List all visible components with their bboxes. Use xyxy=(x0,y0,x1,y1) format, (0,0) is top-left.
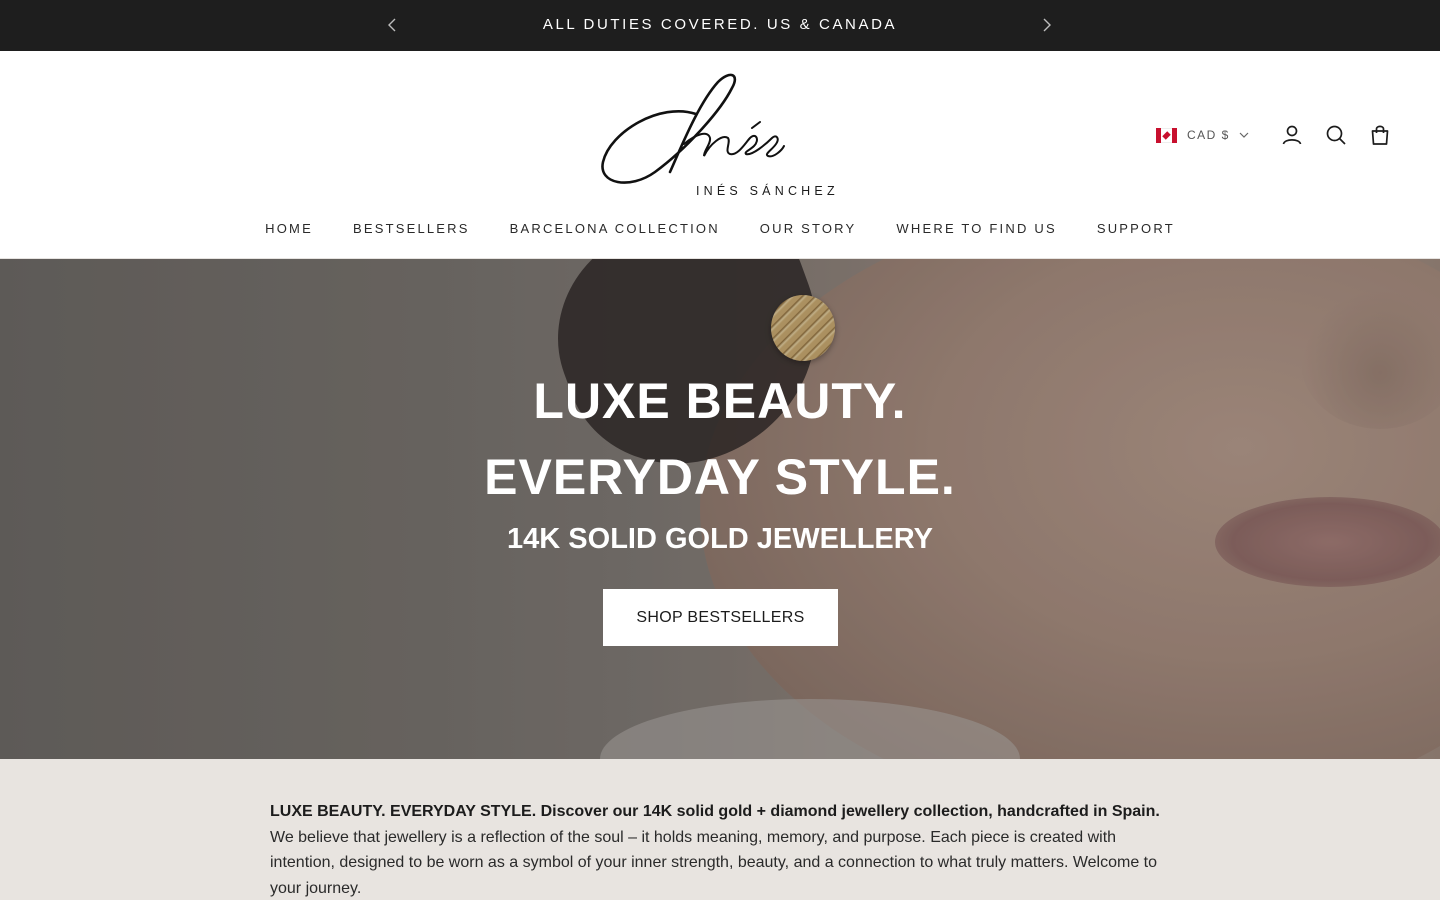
intro-body-text: We believe that jewellery is a reflectio… xyxy=(270,828,1158,897)
hero-subtitle: 14K SOLID GOLD JEWELLERY xyxy=(507,523,933,555)
chevron-down-icon xyxy=(1239,132,1249,138)
currency-label: CAD $ xyxy=(1187,128,1230,142)
nav-item-support[interactable]: SUPPORT xyxy=(1097,221,1175,236)
main-nav: HOME BESTSELLERS BARCELONA COLLECTION OU… xyxy=(0,221,1440,236)
canada-flag-icon xyxy=(1156,127,1177,143)
announcement-bar: ALL DUTIES COVERED. US & CANADA xyxy=(0,0,1440,51)
header-actions: CAD $ xyxy=(1156,121,1392,149)
announcement-text: ALL DUTIES COVERED. US & CANADA xyxy=(542,16,898,33)
intro-paragraph: LUXE BEAUTY. EVERYDAY STYLE. Discover ou… xyxy=(270,799,1175,900)
brand-name: INÉS SÁNCHEZ xyxy=(696,184,839,198)
intro-bold-text: LUXE BEAUTY. EVERYDAY STYLE. Discover ou… xyxy=(270,803,1160,820)
account-icon[interactable] xyxy=(1280,123,1304,147)
hero-title-line1: LUXE BEAUTY. xyxy=(533,373,907,429)
hero-title-line2: EVERYDAY STYLE. xyxy=(484,449,956,505)
cart-icon[interactable] xyxy=(1368,123,1392,147)
nav-item-home[interactable]: HOME xyxy=(265,221,313,236)
site-header: INÉS SÁNCHEZ CAD $ HOME BESTSELLERS BARC… xyxy=(0,51,1440,259)
hero-banner: LUXE BEAUTY. EVERYDAY STYLE. 14K SOLID G… xyxy=(0,259,1440,759)
search-icon[interactable] xyxy=(1324,123,1348,147)
intro-section: LUXE BEAUTY. EVERYDAY STYLE. Discover ou… xyxy=(0,759,1440,900)
brand-logo[interactable]: INÉS SÁNCHEZ xyxy=(600,72,850,198)
nav-item-where-to-find-us[interactable]: WHERE TO FIND US xyxy=(896,221,1056,236)
hero-overlay xyxy=(0,259,1440,759)
shop-bestsellers-button[interactable]: SHOP BESTSELLERS xyxy=(603,589,838,646)
nav-item-bestsellers[interactable]: BESTSELLERS xyxy=(353,221,470,236)
chevron-right-icon[interactable] xyxy=(1036,15,1056,35)
currency-selector[interactable]: CAD $ xyxy=(1156,127,1250,143)
nav-item-barcelona-collection[interactable]: BARCELONA COLLECTION xyxy=(510,221,720,236)
nav-item-our-story[interactable]: OUR STORY xyxy=(760,221,857,236)
logo-script-icon xyxy=(601,73,785,184)
